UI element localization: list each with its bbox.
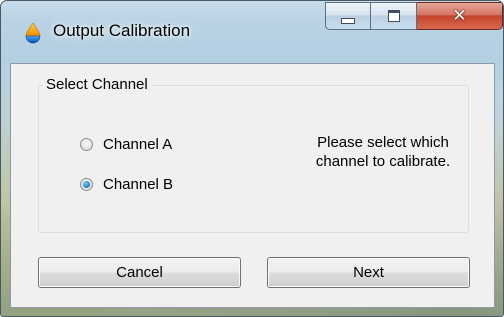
close-icon: ✕ [452,5,467,26]
calibration-dialog-window: Output Calibration ✕ Select Channel Chan… [0,0,504,317]
instruction-text: Please select which channel to calibrate… [315,134,451,170]
groupbox-title: Select Channel [43,76,151,93]
radio-channel-b[interactable]: Channel B [80,176,173,193]
close-button[interactable]: ✕ [417,2,503,30]
minimize-icon [341,17,355,24]
title-bar[interactable]: Output Calibration ✕ [1,1,503,63]
radio-circle-channel-a[interactable] [80,138,93,151]
window-title: Output Calibration [53,21,191,40]
select-channel-groupbox: Select Channel Channel A Channel B Pleas… [38,76,469,233]
minimize-button[interactable] [325,2,371,30]
maximize-button[interactable] [371,2,417,30]
caption-buttons: ✕ [325,2,503,32]
dialog-client-area: Select Channel Channel A Channel B Pleas… [10,63,495,308]
cancel-button[interactable]: Cancel [38,257,241,288]
radio-label-channel-a[interactable]: Channel A [103,136,172,153]
next-button[interactable]: Next [267,257,470,288]
maximize-icon [387,10,400,22]
radio-label-channel-b[interactable]: Channel B [103,176,173,193]
droplet-app-icon [25,22,41,44]
radio-channel-a[interactable]: Channel A [80,136,172,153]
radio-circle-channel-b[interactable] [80,178,93,191]
